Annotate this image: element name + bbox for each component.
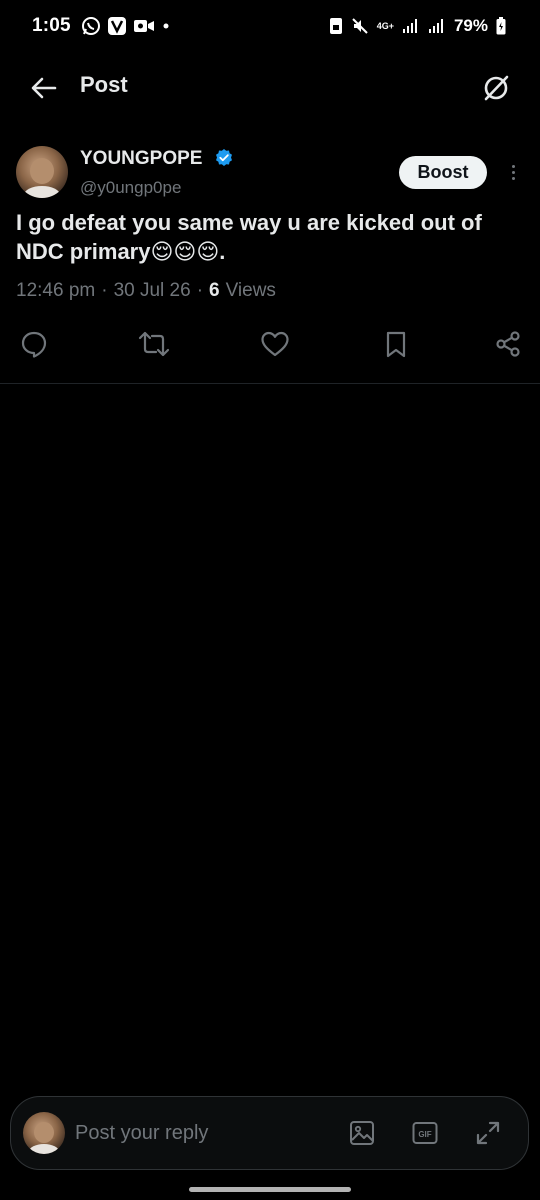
views-label: Views	[225, 280, 276, 301]
reply-button[interactable]	[18, 328, 50, 360]
repost-button[interactable]	[138, 328, 170, 360]
add-image-button[interactable]	[348, 1119, 376, 1147]
views-count[interactable]: 6	[209, 280, 220, 302]
boost-button[interactable]: Boost	[399, 156, 487, 189]
verified-badge-icon	[216, 149, 232, 166]
sim-lock-icon	[329, 18, 342, 34]
tweet-time: 12:46 pm	[16, 280, 96, 301]
avatar[interactable]	[16, 146, 68, 198]
network-type: 4G+	[376, 20, 394, 31]
add-gif-button[interactable]: GIF	[411, 1119, 439, 1147]
author-name[interactable]: YOUNGPOPE	[80, 148, 202, 170]
tweet-meta: 12:46 pm · 30 Jul 26 · 6 Views	[16, 280, 276, 302]
signal-icon-2	[428, 19, 443, 33]
bookmark-icon	[386, 331, 406, 358]
expand-button[interactable]	[474, 1119, 502, 1147]
more-dot-icon	[511, 176, 515, 180]
svg-text:GIF: GIF	[418, 1130, 431, 1139]
more-dot-icon	[511, 170, 515, 174]
meta-separator: ·	[101, 280, 108, 301]
video-call-icon	[133, 20, 154, 32]
author-handle[interactable]: @y0ungp0pe	[80, 178, 181, 198]
dot-icon	[163, 23, 169, 29]
share-button[interactable]	[492, 328, 524, 360]
tweet-date: 30 Jul 26	[113, 280, 191, 301]
page-title: Post	[80, 72, 128, 97]
reply-avatar	[23, 1112, 65, 1154]
mute-icon	[351, 18, 368, 34]
like-button[interactable]	[259, 328, 291, 360]
avatar-shirt	[29, 1144, 59, 1154]
viber-icon	[107, 17, 126, 35]
bookmark-button[interactable]	[380, 328, 412, 360]
tweet-text: I go defeat you same way u are kicked ou…	[16, 210, 482, 264]
back-button[interactable]	[26, 70, 62, 106]
signal-icon	[402, 19, 417, 33]
comment-icon	[21, 331, 47, 358]
meta-separator: ·	[196, 280, 204, 301]
grok-button[interactable]	[478, 70, 514, 106]
reply-bar: Post your reply GIF	[10, 1096, 529, 1170]
reply-input[interactable]: Post your reply	[75, 1122, 208, 1145]
more-dot-icon	[511, 164, 515, 168]
status-bar: 1:05 4G+ 79%	[0, 0, 540, 52]
tweet-actions	[0, 328, 540, 362]
gif-icon: GIF	[412, 1122, 438, 1144]
tweet: YOUNGPOPE @y0ungp0pe Boost I go defeat y…	[0, 132, 540, 384]
grok-icon	[484, 75, 509, 101]
avatar-shirt	[24, 186, 60, 198]
arrow-left-icon	[31, 77, 57, 99]
repost-icon	[138, 331, 170, 357]
image-icon	[350, 1121, 374, 1145]
battery-percent: 79%	[453, 16, 488, 35]
home-indicator[interactable]	[189, 1187, 351, 1192]
whatsapp-icon	[81, 17, 100, 35]
status-right-icons: 4G+ 79%	[329, 0, 506, 52]
more-options-button[interactable]	[504, 160, 522, 184]
expand-icon	[476, 1121, 500, 1145]
header: Post	[0, 60, 540, 116]
heart-icon	[261, 331, 289, 357]
battery-icon	[496, 17, 506, 35]
status-notification-icons	[81, 16, 171, 36]
avatar-face	[30, 158, 54, 184]
avatar-face	[34, 1122, 54, 1143]
status-time: 1:05	[32, 15, 71, 36]
share-icon	[496, 331, 520, 357]
